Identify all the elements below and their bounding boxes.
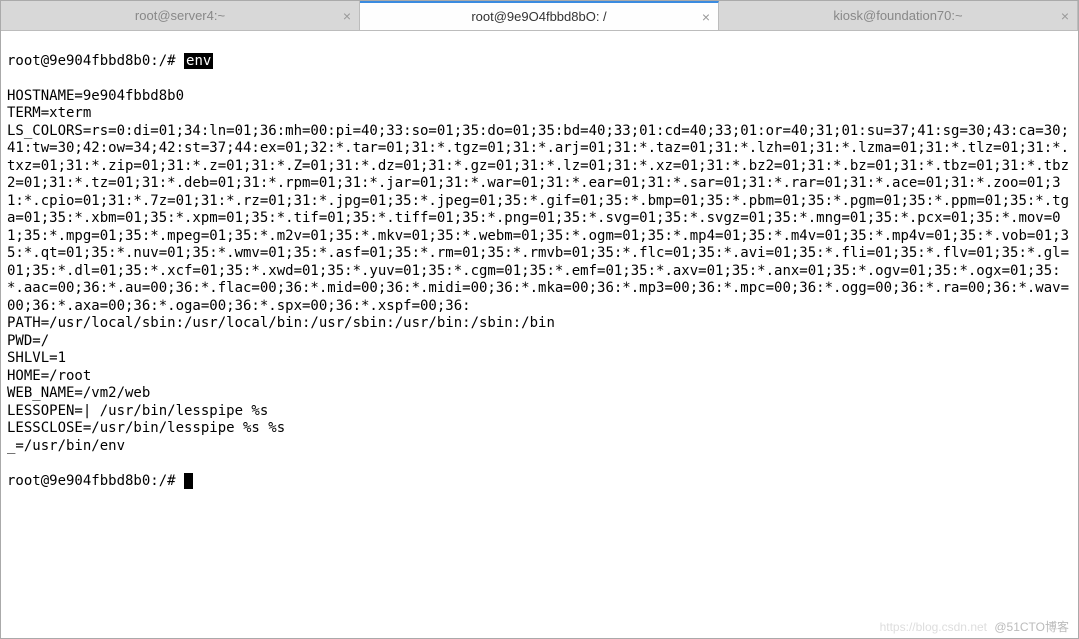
tab-2[interactable]: root@9e9O4fbbd8bO: / ×	[360, 1, 719, 30]
watermark-right: @51CTO博客	[994, 620, 1069, 634]
tab-label: root@server4:~	[135, 8, 225, 23]
prompt-line: root@9e904fbbd8b0:/#	[7, 473, 1072, 491]
watermark: https://blog.csdn.net @51CTO博客	[880, 618, 1069, 635]
tab-3[interactable]: kiosk@foundation70:~ ×	[719, 1, 1078, 30]
tab-label: root@9e9O4fbbd8bO: /	[471, 9, 606, 24]
cursor-icon	[184, 473, 193, 489]
terminal-output[interactable]: root@9e904fbbd8b0:/# env HOSTNAME=9e904f…	[1, 31, 1078, 512]
prompt: root@9e904fbbd8b0:/#	[7, 53, 184, 69]
tab-bar: root@server4:~ × root@9e9O4fbbd8bO: / × …	[1, 1, 1078, 31]
tab-1[interactable]: root@server4:~ ×	[1, 1, 360, 30]
prompt-line: root@9e904fbbd8b0:/# env	[7, 53, 1072, 71]
tab-label: kiosk@foundation70:~	[833, 8, 962, 23]
close-icon[interactable]: ×	[1061, 8, 1069, 24]
close-icon[interactable]: ×	[702, 9, 710, 25]
prompt: root@9e904fbbd8b0:/#	[7, 473, 184, 489]
close-icon[interactable]: ×	[343, 8, 351, 24]
watermark-left: https://blog.csdn.net	[880, 620, 987, 634]
entered-command: env	[184, 53, 213, 69]
env-output: HOSTNAME=9e904fbbd8b0 TERM=xterm LS_COLO…	[7, 88, 1072, 456]
